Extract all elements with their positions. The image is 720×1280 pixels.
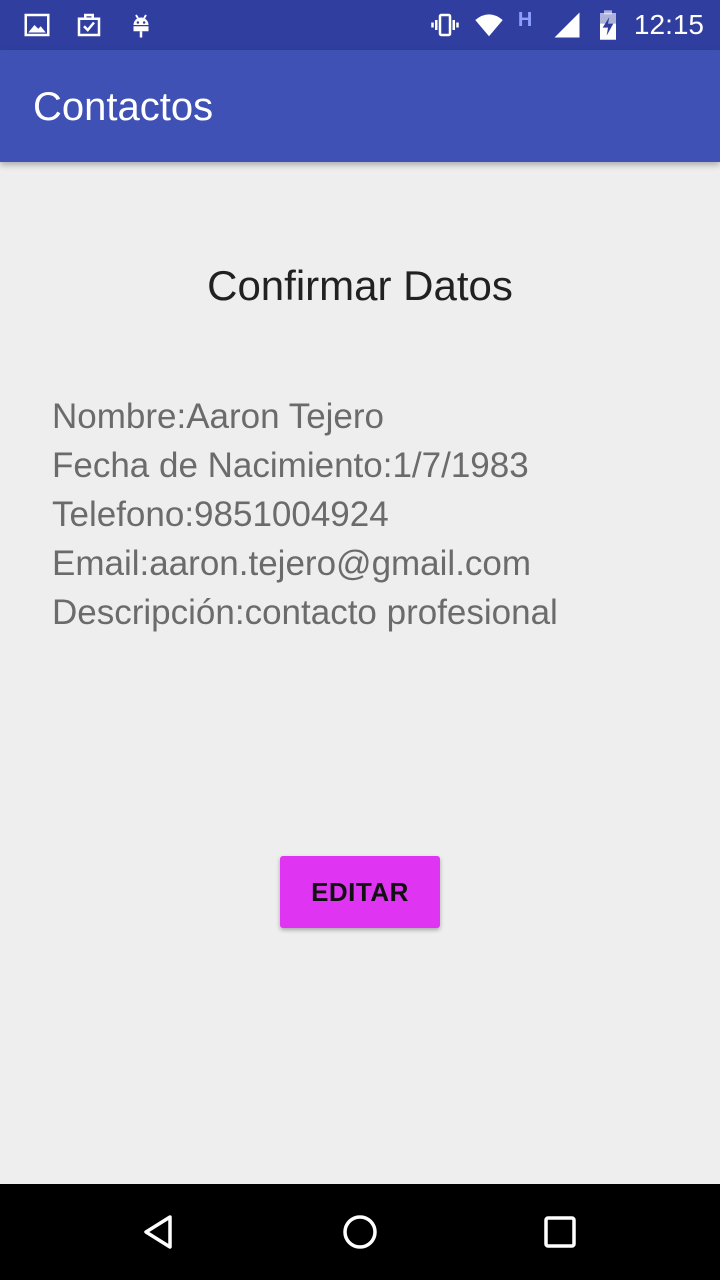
contact-details: Nombre:Aaron Tejero Fecha de Nacimiento:…: [52, 392, 692, 637]
detail-telefono: Telefono:9851004924: [52, 495, 389, 534]
main-content: Confirmar Datos Nombre:Aaron Tejero Fech…: [0, 162, 720, 1184]
status-bar: H 12:15: [0, 0, 720, 50]
wifi-icon: [474, 9, 504, 41]
navigation-bar: [0, 1184, 720, 1280]
detail-email: Email:aaron.tejero@gmail.com: [52, 544, 532, 583]
app-bar: Contactos: [0, 50, 720, 162]
detail-fecha-nacimiento: Fecha de Nacimiento:1/7/1983: [52, 446, 529, 485]
android-debug-icon: [126, 9, 156, 41]
home-icon[interactable]: [340, 1212, 380, 1252]
back-icon[interactable]: [140, 1212, 180, 1252]
network-type-indicator: H: [517, 9, 533, 31]
status-clock: 12:15: [633, 9, 704, 40]
app-title: Contactos: [33, 85, 214, 129]
image-notification-icon: [22, 9, 52, 41]
detail-descripcion: Descripción:contacto profesional: [52, 593, 558, 632]
vibrate-icon: [430, 9, 460, 41]
page-heading: Confirmar Datos: [207, 262, 513, 309]
battery-charging-icon: [596, 9, 620, 41]
signal-icon: [552, 9, 582, 41]
detail-nombre: Nombre:Aaron Tejero: [52, 397, 385, 436]
recents-icon[interactable]: [540, 1212, 580, 1252]
edit-button[interactable]: EDITAR: [280, 856, 440, 928]
task-notification-icon: [74, 9, 104, 41]
